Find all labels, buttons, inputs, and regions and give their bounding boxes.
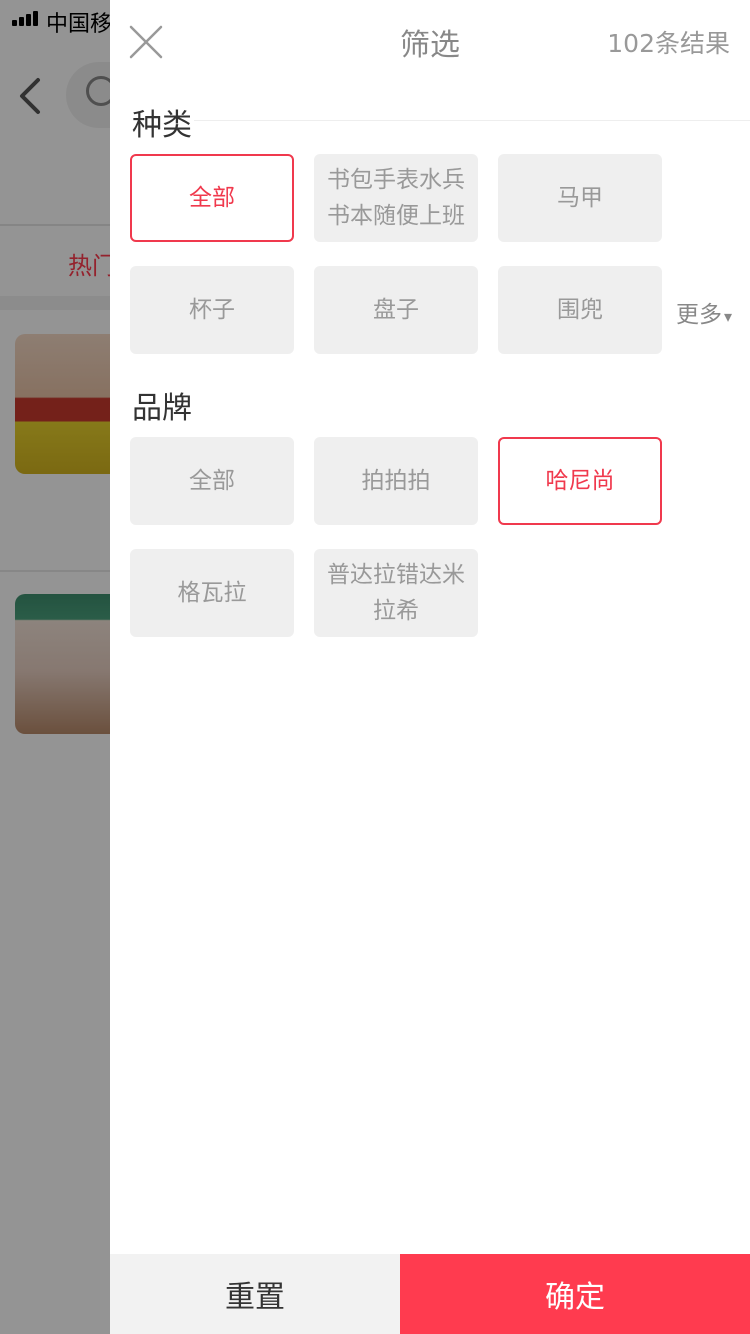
- chip-label: 全部: [189, 185, 235, 211]
- chip-label: 盘子: [373, 297, 419, 323]
- chip-label: 普达拉错达米拉希: [327, 562, 465, 624]
- chip-label: 拍拍拍: [361, 468, 431, 494]
- category-chip-all[interactable]: 全部: [130, 154, 294, 242]
- result-count: 102条结果: [607, 29, 730, 58]
- brand-chip[interactable]: 普达拉错达米拉希: [314, 549, 478, 637]
- category-chip[interactable]: 马甲: [498, 154, 662, 242]
- category-chip[interactable]: 杯子: [130, 266, 294, 354]
- drawer-footer: 重置 确定: [110, 1254, 750, 1334]
- chip-label: 马甲: [557, 185, 603, 211]
- filter-drawer: 筛选 102条结果 种类 全部 书包手表水兵书本随便上班 马甲 杯子 盘子 围兜…: [110, 0, 750, 1334]
- section-title-brand: 品牌: [132, 391, 192, 426]
- category-chip[interactable]: 书包手表水兵书本随便上班: [314, 154, 478, 242]
- brand-chip[interactable]: 格瓦拉: [130, 549, 294, 637]
- chip-label: 围兜: [557, 297, 603, 323]
- caret-down-icon: ▾: [724, 307, 733, 326]
- chip-label: 书包手表水兵书本随便上班: [327, 167, 465, 229]
- chip-label: 全部: [189, 468, 235, 494]
- category-chip[interactable]: 围兜: [498, 266, 662, 354]
- chip-label: 格瓦拉: [177, 580, 247, 606]
- brand-chip-all[interactable]: 全部: [130, 437, 294, 525]
- brand-chip[interactable]: 拍拍拍: [314, 437, 478, 525]
- divider: [194, 120, 750, 121]
- section-title-category: 种类: [132, 108, 192, 143]
- brand-chip[interactable]: 哈尼尚: [498, 437, 662, 525]
- chip-label: 杯子: [189, 297, 235, 323]
- chip-label: 哈尼尚: [545, 468, 615, 494]
- more-label: 更多: [676, 302, 722, 328]
- more-categories-button[interactable]: 更多 ▾: [676, 295, 732, 329]
- confirm-button[interactable]: 确定: [400, 1254, 750, 1334]
- reset-button[interactable]: 重置: [110, 1254, 400, 1334]
- category-chip[interactable]: 盘子: [314, 266, 478, 354]
